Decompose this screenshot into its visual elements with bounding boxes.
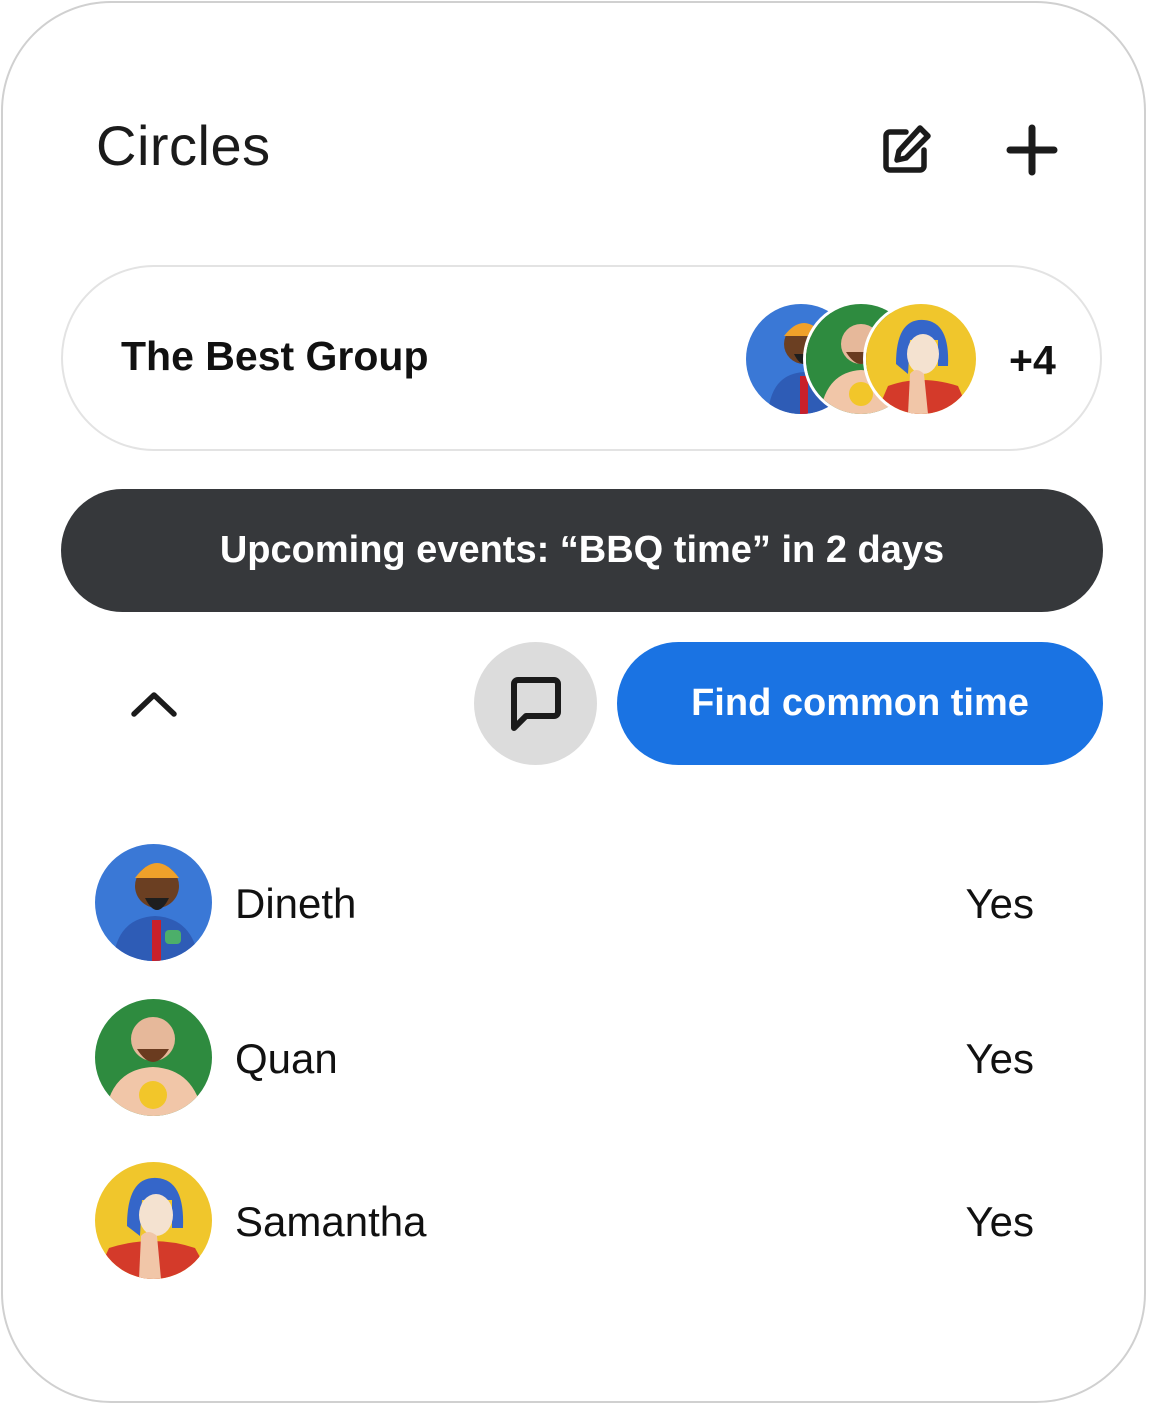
page-title: Circles	[96, 114, 271, 177]
avatar	[95, 1162, 212, 1279]
find-common-time-label: Find common time	[691, 682, 1029, 724]
chat-bubble-icon	[510, 676, 561, 731]
member-status: Yes	[965, 1198, 1034, 1245]
member-status: Yes	[965, 1035, 1034, 1082]
avatar	[95, 999, 212, 1116]
plus-icon[interactable]	[997, 115, 1067, 185]
list-item[interactable]: Quan Yes	[95, 999, 1055, 1117]
member-name: Samantha	[235, 1198, 427, 1245]
upcoming-event-text: Upcoming events: “BBQ time” in 2 days	[219, 529, 945, 571]
edit-icon[interactable]	[871, 115, 941, 185]
app-card: Circles The Best Group +4 Upcoming event…	[1, 1, 1146, 1403]
member-avatar-3	[863, 301, 979, 417]
avatar	[95, 844, 212, 961]
member-name: Quan	[235, 1035, 338, 1082]
list-item[interactable]: Dineth Yes	[95, 844, 1055, 962]
upcoming-event-banner[interactable]: Upcoming events: “BBQ time” in 2 days	[61, 489, 1103, 612]
group-card[interactable]: The Best Group +4	[61, 265, 1102, 451]
chat-button[interactable]	[474, 642, 597, 765]
chevron-up-icon	[131, 692, 177, 717]
list-item[interactable]: Samantha Yes	[95, 1162, 1055, 1280]
group-name: The Best Group	[121, 333, 429, 379]
member-status: Yes	[965, 880, 1034, 927]
collapse-button[interactable]	[113, 663, 195, 745]
find-common-time-button[interactable]: Find common time	[617, 642, 1103, 765]
more-members-count: +4	[1009, 337, 1056, 383]
member-name: Dineth	[235, 880, 357, 927]
